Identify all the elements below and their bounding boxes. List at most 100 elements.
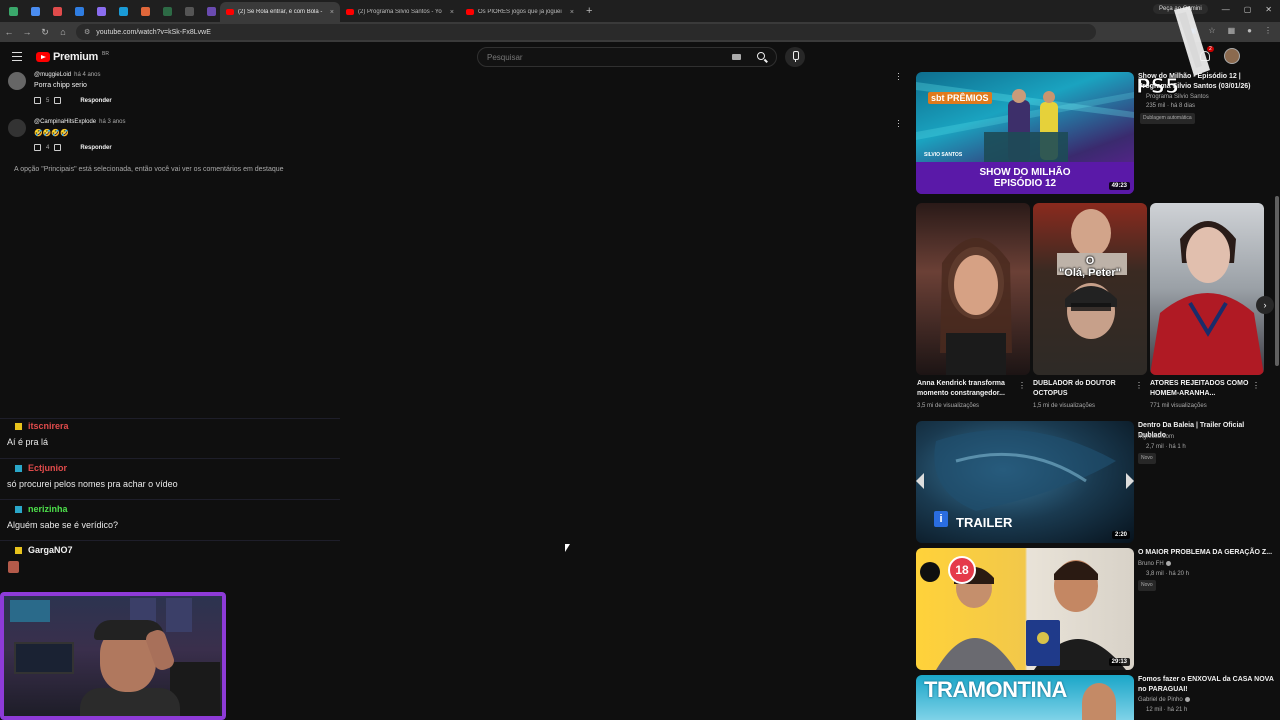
short-thumbnail[interactable]: O "Olá, Peter" [1033, 203, 1147, 375]
video-thumbnail[interactable]: 18 29:13 [916, 548, 1134, 670]
voice-search-microphone-icon[interactable] [785, 47, 805, 67]
channel-name[interactable]: Gabriel de Pinho [1138, 696, 1190, 705]
profile-icon[interactable]: ● [1247, 26, 1252, 35]
short-artwork [1057, 209, 1127, 339]
search-icon [757, 52, 765, 60]
comment-author[interactable]: @CampinaHitsExplode [34, 119, 96, 125]
pinned-tab[interactable] [158, 2, 176, 20]
close-window-icon[interactable]: ✕ [1265, 5, 1272, 14]
reply-button[interactable]: Responder [80, 145, 111, 151]
pinned-tab[interactable] [202, 2, 220, 20]
video-duration: 2:20 [1111, 531, 1130, 539]
comment-more-icon[interactable]: · · · [897, 69, 900, 84]
browser-tab-active[interactable]: (2) Se Rola entrar, é com Bola - × [220, 2, 340, 22]
comment-avatar[interactable] [8, 119, 26, 137]
back-icon[interactable]: ← [0, 27, 18, 37]
youtube-favicon-icon [226, 9, 234, 15]
keyboard-icon[interactable] [732, 54, 741, 60]
short-more-icon[interactable]: ⋮ [1135, 381, 1143, 390]
pinned-tab[interactable] [48, 2, 66, 20]
new-tab-button[interactable]: + [586, 5, 592, 17]
like-count: 4 [46, 144, 50, 151]
comment-author[interactable]: @muggieLoid [34, 72, 71, 78]
video-title[interactable]: O MAIOR PROBLEMA DA GERAÇÃO Z... [1138, 548, 1274, 558]
pinned-tab[interactable] [26, 2, 44, 20]
short-artwork [940, 238, 1012, 375]
video-thumbnail[interactable]: i TRAILER 2:20 [916, 421, 1134, 543]
video-title[interactable]: Show do Milhão - Episódio 12 | Programa … [1138, 72, 1258, 92]
video-meta: 2,7 mil · há 1 h [1146, 444, 1186, 450]
pinned-tab[interactable] [4, 2, 22, 20]
person-figure [1082, 683, 1116, 720]
home-icon[interactable]: ⌂ [54, 27, 72, 37]
url-input[interactable]: ⚙ youtube.com/watch?v=kSk-Fx8LvwE [76, 24, 1096, 40]
browser-tab[interactable]: (2) Programa Silvio Santos - Yo × [340, 2, 460, 22]
info-icon: i [934, 511, 948, 527]
pinned-tab[interactable] [92, 2, 110, 20]
short-title[interactable]: Anna Kendrick transforma momento constra… [917, 379, 1017, 399]
video-meta: 235 mil · há 8 dias [1146, 103, 1196, 109]
site-info-icon[interactable]: ⚙ [84, 28, 90, 36]
webcam-frame [0, 592, 226, 720]
video-title[interactable]: Fomos fazer o ENXOVAL da CASA NOVA no PA… [1138, 675, 1274, 695]
reload-icon[interactable]: ↻ [36, 27, 54, 38]
short-thumbnail[interactable] [916, 203, 1030, 375]
shorts-next-chevron-icon[interactable]: › [1256, 296, 1274, 314]
browser-tab[interactable]: Os PIORES jogos que já joguei × [460, 2, 580, 22]
dislike-icon[interactable] [54, 144, 62, 151]
browser-menu-icon[interactable]: ⋮ [1264, 26, 1272, 35]
chat-message: itscnirera Aí é pra lá [0, 418, 340, 458]
youtube-favicon-icon [466, 9, 474, 15]
video-thumbnail[interactable]: sbt PRÊMIOS SILVIO SANTOS SHOW DO MILHÃO… [916, 72, 1134, 194]
close-tab-icon[interactable]: × [330, 9, 334, 16]
pinned-tab[interactable] [70, 2, 88, 20]
comment-age[interactable]: há 4 anos [74, 72, 100, 78]
search-button[interactable] [754, 50, 770, 66]
channel-name[interactable]: Bruno FH [1138, 560, 1171, 569]
chat-username: Ectjunior [28, 463, 68, 473]
video-thumbnail[interactable]: TRAMONTINA [916, 675, 1134, 720]
like-icon[interactable] [34, 97, 41, 104]
hamburger-menu-icon[interactable] [12, 52, 22, 61]
chat-message: Ectjunior só procurei pelos nomes pra ac… [0, 458, 340, 499]
tab-title: (2) Programa Silvio Santos - Yo [358, 9, 442, 15]
forward-icon[interactable]: → [18, 27, 36, 37]
close-tab-icon[interactable]: × [450, 9, 454, 16]
reply-button[interactable]: Responder [80, 98, 111, 104]
dislike-icon[interactable] [54, 97, 62, 104]
short-overlay-top: O [1085, 255, 1095, 267]
tab-title: (2) Se Rola entrar, é com Bola - [238, 9, 323, 15]
youtube-favicon-icon [346, 9, 354, 15]
subscriber-badge-icon [14, 463, 23, 473]
youtube-premium-logo[interactable]: Premium BR [36, 51, 109, 63]
maximize-icon[interactable]: ▢ [1244, 5, 1252, 14]
comment-more-icon[interactable]: · · · [897, 116, 900, 131]
comment-avatar[interactable] [8, 72, 26, 90]
chat-message-text: só procurei pelos nomes pra achar o víde… [7, 479, 178, 489]
new-pill: Novo [1138, 580, 1156, 591]
like-icon[interactable] [34, 144, 41, 151]
comment-header: @CampinaHitsExplode há 3 anos [34, 119, 125, 125]
short-title[interactable]: ATORES REJEITADOS COMO HOMEM-ARANHA... [1150, 379, 1250, 399]
channel-name[interactable]: Programa Silvio Santos [1146, 93, 1209, 102]
subscriber-badge-icon [14, 545, 23, 555]
short-more-icon[interactable]: ⋮ [1252, 381, 1260, 390]
close-tab-icon[interactable]: × [570, 9, 574, 16]
video-meta: 3,8 mil · há 20 h [1146, 571, 1190, 577]
logo-text: Premium [53, 51, 98, 63]
short-thumbnail[interactable] [1150, 203, 1264, 375]
pinned-tab[interactable] [180, 2, 198, 20]
comment-actions: 5 Responder [34, 97, 112, 104]
channel-name[interactable]: Ingresso.com [1138, 433, 1174, 442]
pinned-tab[interactable] [114, 2, 132, 20]
chat-message: GargaNO7 [0, 540, 340, 578]
short-more-icon[interactable]: ⋮ [1018, 381, 1026, 390]
chat-username: nerizinha [28, 504, 68, 514]
comment-text: Porra chipp serio [34, 82, 87, 89]
pinned-tab[interactable] [136, 2, 154, 20]
comment-age[interactable]: há 3 anos [99, 119, 125, 125]
tab-title: Os PIORES jogos que já joguei [478, 9, 562, 15]
page-scrollbar[interactable] [1275, 196, 1279, 366]
search-input[interactable]: Pesquisar [477, 47, 777, 67]
short-title[interactable]: DUBLADOR do DOUTOR OCTOPUS [1033, 379, 1129, 399]
